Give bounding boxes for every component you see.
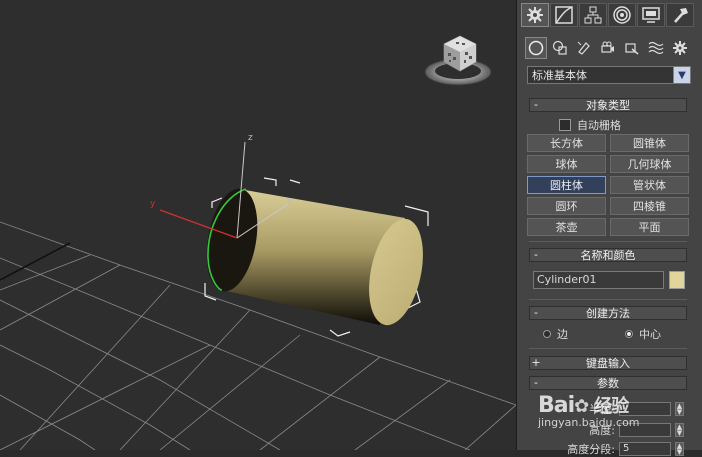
create-icon [527,7,543,23]
box-button[interactable]: 长方体 [527,134,606,152]
motion-icon [613,6,631,24]
modify-tab[interactable] [550,3,578,27]
lights-icon [577,41,590,55]
tube-button[interactable]: 管状体 [610,176,689,194]
center-radio[interactable]: 中心 [625,326,661,342]
edge-radio-circle[interactable] [543,330,551,338]
create-subcategory-row [525,37,691,59]
plane-button[interactable]: 平面 [610,218,689,236]
command-panel: 标准基本体 ▼ - 对象类型 自动栅格 长方体 圆锥体 球体 几何球体 圆柱体 … [516,0,702,456]
geometry-button[interactable] [525,37,547,59]
rollout-divider [529,241,687,242]
watermark-brand-suffix: 经验 [594,396,629,417]
parameters-title: 参数 [597,377,619,390]
category-dropdown[interactable]: 标准基本体 ▼ [527,66,691,84]
systems-icon [673,41,687,55]
cone-button[interactable]: 圆锥体 [610,134,689,152]
autogrid-checkbox-box[interactable] [559,119,571,131]
chevron-down-icon[interactable]: ▼ [673,67,690,83]
utilities-tab[interactable] [666,3,694,27]
object-color-swatch[interactable] [669,271,685,289]
collapse-icon: - [534,248,538,261]
hierarchy-tab[interactable] [579,3,607,27]
torus-button[interactable]: 圆环 [527,197,606,215]
parameters-rollout-header[interactable]: - 参数 [529,376,687,390]
utilities-icon [674,8,688,23]
cameras-button[interactable] [597,37,619,59]
geometry-icon [528,40,544,56]
perspective-viewport[interactable]: z y x [0,0,516,450]
collapse-icon: - [534,376,538,389]
geosphere-button[interactable]: 几何球体 [610,155,689,173]
keyboard-entry-rollout-header[interactable]: + 键盘输入 [529,356,687,370]
name-color-title: 名称和颜色 [580,249,636,262]
collapse-icon: - [534,98,538,111]
lights-button[interactable] [573,37,595,59]
center-radio-circle[interactable] [625,330,633,338]
height-segments-label: 高度分段: [567,443,615,456]
cylinder-button[interactable]: 圆柱体 [527,176,606,194]
z-axis-label: z [248,133,253,143]
autogrid-checkbox[interactable]: 自动栅格 [559,117,621,133]
creation-method-title: 创建方法 [586,307,630,320]
systems-button[interactable] [669,37,691,59]
cameras-icon [601,41,614,53]
modify-icon [555,6,573,24]
rollout-divider [529,299,687,300]
viewcube-icon[interactable] [424,35,492,86]
baidu-watermark: Bai✿ 经验 jingyan.baidu.com [538,392,640,429]
object-name-input[interactable]: Cylinder01 [533,271,664,289]
expand-icon: + [531,356,541,369]
cylinder-object[interactable] [199,185,431,330]
rollout-divider [529,348,687,349]
x-axis-label: y [150,199,156,209]
collapse-icon: - [534,306,538,319]
display-icon [642,7,660,23]
helpers-icon [625,43,639,55]
edge-radio-label: 边 [557,328,568,341]
helpers-button[interactable] [621,37,643,59]
height-segments-row: 高度分段: 5 ▲ ▼ [533,441,684,457]
height-spinner[interactable]: ▲ ▼ [675,423,684,437]
y-axis-label: x [287,196,293,206]
category-dropdown-value: 标准基本体 [532,69,587,82]
creation-method-rollout-header[interactable]: - 创建方法 [529,306,687,320]
teapot-button[interactable]: 茶壶 [527,218,606,236]
create-tab[interactable] [521,3,549,27]
grid-axis-line [0,242,71,281]
watermark-brand: Bai [538,393,575,418]
name-color-rollout-header[interactable]: - 名称和颜色 [529,248,687,262]
height-segments-spinner[interactable]: ▲ ▼ [675,442,684,456]
sphere-button[interactable]: 球体 [527,155,606,173]
motion-tab[interactable] [608,3,636,27]
viewport-canvas[interactable]: z y x [0,0,516,450]
spacewarps-icon [648,41,664,55]
display-tab[interactable] [637,3,665,27]
shapes-button[interactable] [549,37,571,59]
shapes-icon [552,40,567,55]
command-panel-tabs [521,3,694,29]
object-type-title: 对象类型 [586,99,630,112]
spacewarps-button[interactable] [645,37,667,59]
primitive-buttons: 长方体 圆锥体 球体 几何球体 圆柱体 管状体 圆环 四棱锥 茶壶 平面 [527,134,689,236]
keyboard-entry-title: 键盘输入 [586,357,630,370]
object-type-rollout-header[interactable]: - 对象类型 [529,98,687,112]
radius-spinner[interactable]: ▲ ▼ [675,402,684,416]
paw-icon: ✿ [574,396,589,417]
pyramid-button[interactable]: 四棱锥 [610,197,689,215]
center-radio-label: 中心 [639,328,661,341]
watermark-url: jingyan.baidu.com [538,416,640,429]
height-segments-input[interactable]: 5 [619,442,671,456]
autogrid-label: 自动栅格 [577,119,621,132]
edge-radio[interactable]: 边 [543,326,568,342]
hierarchy-icon [584,6,602,24]
